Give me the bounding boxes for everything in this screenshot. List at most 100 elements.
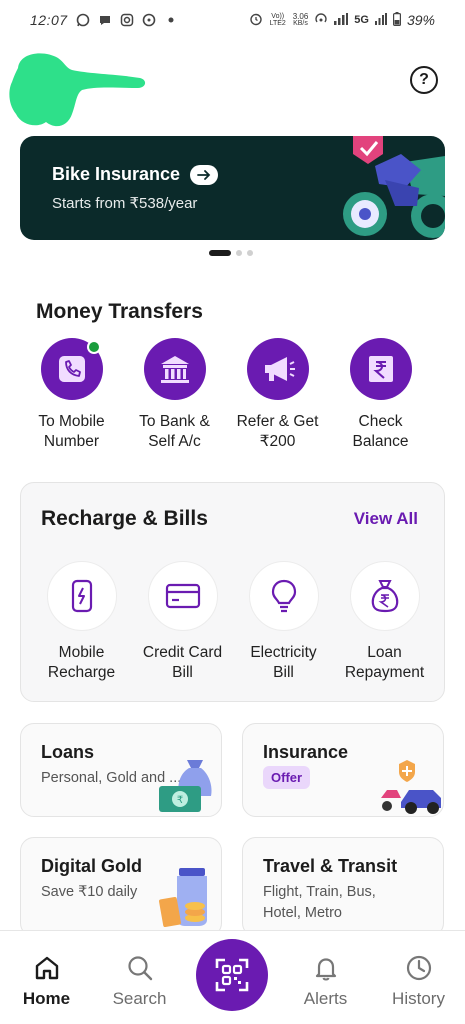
mt-label: To Mobile Number [22,412,122,452]
status-bar: 12:07 Vo)) LTE2 3.06 KB/s 5G 39% [0,0,465,40]
insurance-title: Insurance [263,742,349,762]
rb-label: Electricity Bill [234,643,334,683]
carousel-dot[interactable] [247,250,253,256]
nav-home-label: Home [22,989,71,1008]
clock-icon [404,953,434,983]
banner-subtitle: Starts from ₹538/year [52,195,198,212]
battery-icon [392,11,401,29]
rb-label: Credit Card Bill [133,643,233,683]
megaphone-icon [246,338,309,400]
electricity-bill-button[interactable]: Electricity Bill [233,561,334,683]
nav-history-label: History [392,989,445,1008]
help-button[interactable]: ? [410,66,438,94]
travel-subtitle-line2: Hotel, Metro [263,905,342,921]
bulb-icon [248,561,319,631]
travel-subtitle: Flight, Train, Bus, Hotel, Metro [263,882,376,924]
to-bank-self-button[interactable]: To Bank & Self A/c [123,338,226,452]
rb-label-line2: Recharge [47,664,116,681]
arrow-right-icon[interactable] [190,164,219,185]
scan-qr-button[interactable] [196,939,268,1011]
banner-title-row: Bike Insurance [52,164,219,185]
whatsapp-business-icon [142,13,156,27]
qr-scan-icon [215,958,249,992]
check-balance-button[interactable]: Check Balance [329,338,432,452]
rb-label: Mobile Recharge [32,643,132,683]
bottom-navigation: Home Search Alerts History [0,930,465,1024]
nav-alerts-label: Alerts [303,989,348,1008]
speed-value: 3.06 [292,12,309,21]
home-icon [32,953,62,983]
refer-and-get-button[interactable]: Refer & Get ₹200 [226,338,329,452]
carousel-dot-active[interactable] [209,250,231,256]
bike-insurance-banner[interactable]: Bike Insurance Starts from ₹538/year [20,136,445,240]
credit-card-bill-button[interactable]: Credit Card Bill [132,561,233,683]
alarm-icon [249,12,263,29]
gold-jar-icon [157,864,221,930]
header: ? [0,40,465,130]
rb-label-line2: Bill [172,664,193,681]
money-bag-icon [349,561,420,631]
credit-card-icon [147,561,218,631]
rb-label-line1: Mobile [58,644,105,661]
mt-label-line1: Refer & Get [236,413,319,430]
profile-avatar[interactable] [6,48,146,128]
recharge-bills-card: Recharge & Bills View All Mobile Recharg… [20,482,445,702]
mobile-charge-icon [46,561,117,631]
speed-unit: KB/s [293,20,308,27]
more-notifications-dot-icon [164,13,178,27]
to-mobile-number-button[interactable]: To Mobile Number [20,338,123,452]
loans-title: Loans [41,742,95,762]
nav-home[interactable]: Home [0,931,93,1024]
online-status-dot [86,340,101,354]
money-transfers-row: To Mobile Number To Bank & Self A/c Refe… [20,338,445,452]
rb-label-line1: Loan [367,644,402,661]
rb-label-line2: Bill [273,664,294,681]
bell-icon [311,953,341,983]
mt-label-line2: Self A/c [148,433,201,450]
carousel-indicator[interactable] [209,250,253,256]
help-icon: ? [419,71,429,88]
gold-subtitle: Save ₹10 daily [41,884,138,900]
status-right: Vo)) LTE2 3.06 KB/s 5G 39% [249,11,435,29]
mt-label-line2: Number [43,433,100,450]
signal-icon [334,12,349,28]
mt-label-line1: To Bank & [139,413,210,430]
rupee-book-icon [349,338,412,400]
search-icon [125,953,155,983]
network-label: Vo)) LTE2 [269,13,286,27]
motorbike-illustration-icon [335,136,445,240]
mt-label-line2: ₹200 [259,433,296,450]
travel-transit-tile[interactable]: Travel & Transit Flight, Train, Bus, Hot… [242,837,444,937]
rb-label-line2: Repayment [344,664,425,681]
insurance-tile[interactable]: Insurance Offer [242,723,444,817]
recharge-bills-title: Recharge & Bills [41,507,208,530]
cash-bag-icon: ₹ [157,750,221,816]
loan-repayment-button[interactable]: Loan Repayment [334,561,435,683]
mt-label: Check Balance [331,412,431,452]
svg-text:₹: ₹ [177,795,183,806]
offer-badge: Offer [263,766,311,789]
status-time: 12:07 [30,12,68,28]
mobile-recharge-button[interactable]: Mobile Recharge [31,561,132,683]
mt-label-line1: To Mobile [38,413,105,430]
nav-search-label: Search [112,989,167,1008]
digital-gold-tile[interactable]: Digital Gold Save ₹10 daily [20,837,222,937]
hotspot-icon [314,12,328,29]
nav-search[interactable]: Search [93,931,186,1024]
phone-icon [40,338,103,400]
money-transfers-title: Money Transfers [36,300,203,323]
rb-label: Loan Repayment [335,643,435,683]
loans-tile[interactable]: Loans Personal, Gold and ... ₹ [20,723,222,817]
carousel-dot[interactable] [236,250,242,256]
car-shield-icon [379,750,443,816]
mt-label: Refer & Get ₹200 [228,412,328,452]
rb-label-line1: Credit Card [142,644,223,661]
instagram-icon [120,13,134,27]
signal-icon-2 [374,12,387,28]
rb-label-line1: Electricity [250,644,317,661]
nav-alerts[interactable]: Alerts [279,931,372,1024]
nav-history[interactable]: History [372,931,465,1024]
travel-title: Travel & Transit [263,856,398,876]
mt-label: To Bank & Self A/c [125,412,225,452]
view-all-link[interactable]: View All [354,509,418,529]
